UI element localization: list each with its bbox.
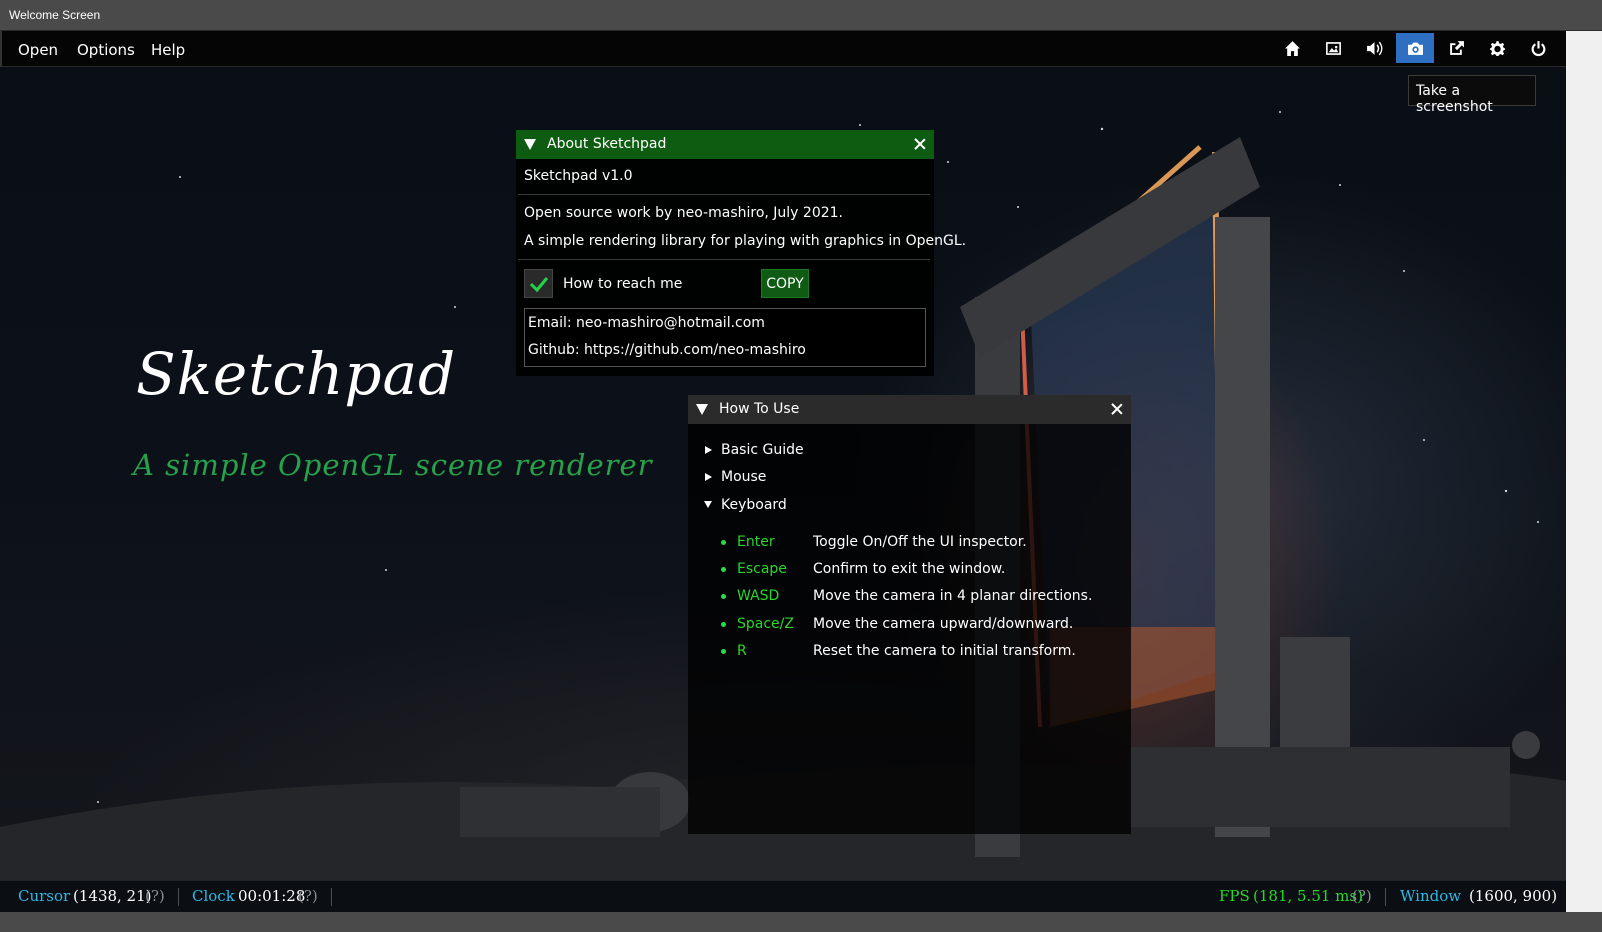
key-description: Move the camera in 4 planar directions. bbox=[813, 588, 1093, 604]
status-window-label: Window bbox=[1400, 887, 1462, 905]
contact-email: Email: neo-mashiro@hotmail.com bbox=[528, 315, 765, 331]
key-name: Enter bbox=[737, 534, 775, 550]
external-link-icon[interactable] bbox=[1437, 33, 1475, 63]
pillar-right bbox=[1215, 217, 1270, 837]
window-right-edge bbox=[1566, 31, 1602, 912]
copy-button[interactable]: COPY bbox=[761, 269, 809, 298]
screenshot-tooltip: Take a screenshot bbox=[1408, 75, 1536, 115]
reach-me-checkbox[interactable] bbox=[524, 269, 553, 298]
tree-node-mouse[interactable]: Mouse bbox=[721, 469, 766, 485]
status-help[interactable]: (?) bbox=[298, 887, 318, 905]
stone-ball bbox=[1512, 731, 1540, 759]
bullet-icon bbox=[721, 622, 726, 627]
settings-icon[interactable] bbox=[1478, 33, 1516, 63]
brand-title: Sketchpad bbox=[136, 340, 457, 408]
status-cursor-value: (1438, 21) bbox=[73, 887, 152, 905]
about-divider bbox=[518, 194, 930, 195]
fallen-column-body bbox=[460, 787, 660, 837]
status-help[interactable]: (?) bbox=[1352, 887, 1372, 905]
window-title: Welcome Screen bbox=[9, 8, 101, 22]
about-version: Sketchpad v1.0 bbox=[524, 168, 633, 184]
status-clock-value: 00:01:28 bbox=[238, 887, 306, 905]
close-icon[interactable] bbox=[1109, 401, 1125, 417]
brand-subtitle: A simple OpenGL scene renderer bbox=[133, 448, 653, 482]
how-to-use-panel: How To Use bbox=[688, 395, 1131, 834]
key-description: Reset the camera to initial transform. bbox=[813, 643, 1076, 659]
status-separator bbox=[1385, 888, 1386, 906]
home-icon[interactable] bbox=[1273, 33, 1311, 63]
key-description: Move the camera upward/downward. bbox=[813, 616, 1074, 632]
bullet-icon bbox=[721, 567, 726, 572]
ruin-steps bbox=[1130, 747, 1510, 827]
bullet-icon bbox=[721, 540, 726, 545]
how-to-use-header[interactable]: How To Use bbox=[688, 395, 1131, 424]
status-help[interactable]: (?) bbox=[145, 887, 165, 905]
camera-icon[interactable] bbox=[1396, 33, 1434, 63]
volume-icon[interactable] bbox=[1355, 33, 1393, 63]
collapse-arrow-icon[interactable] bbox=[524, 139, 536, 150]
status-window-value: (1600, 900) bbox=[1469, 887, 1558, 905]
power-icon[interactable] bbox=[1519, 33, 1557, 63]
collapse-arrow-icon[interactable] bbox=[696, 404, 708, 415]
contact-github: Github: https://github.com/neo-mashiro bbox=[528, 342, 806, 358]
status-fps-label: FPS bbox=[1219, 887, 1250, 905]
status-fps-value: (181, 5.51 ms) bbox=[1253, 887, 1363, 905]
about-divider bbox=[518, 259, 930, 260]
status-clock-label: Clock bbox=[192, 887, 235, 905]
key-name: R bbox=[737, 643, 747, 659]
how-to-use-title: How To Use bbox=[719, 401, 800, 417]
collapse-arrow-icon[interactable] bbox=[704, 501, 712, 508]
menu-help[interactable]: Help bbox=[151, 41, 185, 59]
about-line-1: Open source work by neo-mashiro, July 20… bbox=[524, 205, 843, 221]
bullet-icon bbox=[721, 594, 726, 599]
close-icon[interactable] bbox=[912, 136, 928, 152]
image-icon[interactable] bbox=[1314, 33, 1352, 63]
window-titlebar[interactable]: Welcome Screen bbox=[0, 0, 1602, 31]
key-description: Toggle On/Off the UI inspector. bbox=[813, 534, 1027, 550]
key-name: Space/Z bbox=[737, 616, 794, 632]
status-separator bbox=[178, 888, 179, 906]
bullet-icon bbox=[721, 649, 726, 654]
window-bottom-border bbox=[0, 912, 1602, 932]
tree-node-keyboard[interactable]: Keyboard bbox=[721, 497, 787, 513]
reach-me-label: How to reach me bbox=[563, 276, 683, 292]
key-description: Confirm to exit the window. bbox=[813, 561, 1006, 577]
tree-node-basic-guide[interactable]: Basic Guide bbox=[721, 442, 804, 458]
menu-options[interactable]: Options bbox=[77, 41, 135, 59]
status-cursor-label: Cursor bbox=[18, 887, 71, 905]
about-line-2: A simple rendering library for playing w… bbox=[524, 233, 967, 249]
key-name: WASD bbox=[737, 588, 780, 604]
checkmark-icon bbox=[529, 276, 548, 292]
about-panel-title: About Sketchpad bbox=[547, 136, 667, 152]
expand-arrow-icon[interactable] bbox=[705, 473, 712, 481]
about-panel-header[interactable]: About Sketchpad bbox=[516, 130, 934, 159]
status-bar: Cursor (1438, 21) (?) Clock 00:01:28 (?)… bbox=[0, 880, 1602, 912]
menu-open[interactable]: Open bbox=[18, 41, 58, 59]
ruin-block bbox=[1280, 637, 1350, 747]
status-separator bbox=[331, 888, 332, 906]
key-name: Escape bbox=[737, 561, 787, 577]
expand-arrow-icon[interactable] bbox=[705, 446, 712, 454]
